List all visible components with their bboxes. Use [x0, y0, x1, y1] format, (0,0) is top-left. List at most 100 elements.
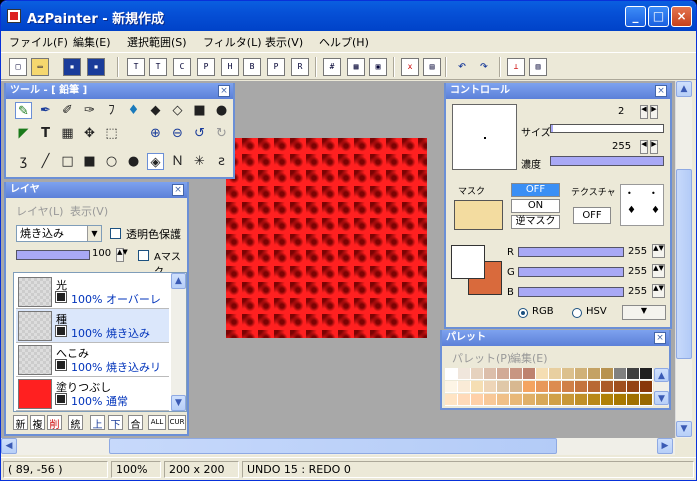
cancel-icon[interactable]: x — [401, 58, 419, 76]
select-tool-icon[interactable]: ⬚ — [103, 125, 120, 142]
maximize-button[interactable]: □ — [648, 6, 669, 27]
text-tool-icon[interactable]: T — [37, 125, 54, 142]
open-folder-icon[interactable]: ▭ — [31, 58, 49, 76]
layer-row[interactable]: 光 100% オーバーレイ — [16, 275, 169, 322]
layer-down-button[interactable]: 下 — [108, 415, 123, 431]
layer-row[interactable]: へこみ 100% 焼き込みリニア — [16, 343, 169, 390]
palette-swatch[interactable] — [614, 394, 627, 406]
palette-swatch[interactable] — [523, 394, 536, 406]
tool-icon-5[interactable]: H — [221, 58, 239, 76]
layer-visibility-icon[interactable] — [55, 359, 67, 371]
palette-swatch[interactable] — [445, 394, 458, 406]
grid-icon[interactable]: # — [323, 58, 341, 76]
control-panel-close-button[interactable]: × — [655, 85, 667, 97]
palette-swatch[interactable] — [549, 394, 562, 406]
palette-swatch[interactable] — [458, 368, 471, 380]
close-button[interactable]: × — [671, 6, 692, 27]
palette-swatch[interactable] — [471, 368, 484, 380]
palette-panel-close-button[interactable]: × — [654, 332, 666, 344]
mask-color-swatch[interactable] — [454, 200, 503, 230]
delete-layer-button[interactable]: 削 — [47, 415, 62, 431]
rgb-radio[interactable] — [518, 308, 528, 318]
preserve-transparency-checkbox[interactable] — [110, 228, 121, 239]
new-file-icon[interactable]: □ — [9, 58, 27, 76]
size-increase-button[interactable]: ▶ — [650, 105, 658, 119]
palette-swatch[interactable] — [445, 381, 458, 393]
brush-tool-icon[interactable]: ✐ — [59, 102, 76, 119]
menu-file[interactable]: ファイル(F) — [9, 34, 68, 50]
palette-swatch[interactable] — [575, 381, 588, 393]
scroll-down-arrow[interactable]: ▼ — [676, 421, 692, 437]
blend-mode-select[interactable]: 焼き込み ▼ — [16, 225, 102, 242]
palette-swatch[interactable] — [562, 394, 575, 406]
image-canvas[interactable] — [226, 138, 427, 338]
freehand-shape-icon[interactable]: ʒ — [15, 153, 32, 170]
palette-swatch[interactable] — [562, 381, 575, 393]
stamp-icon[interactable]: ⊥ — [507, 58, 525, 76]
menu-view[interactable]: 表示(V) — [265, 34, 303, 50]
layer-list[interactable]: 光 100% オーバーレイ 種 100% 焼き込み へこみ 100% 焼き込みリ… — [13, 272, 187, 412]
current-layer-button[interactable]: CUR — [168, 415, 186, 430]
airbrush-tool-icon[interactable]: ✑ — [81, 102, 98, 119]
mask-on-button[interactable]: ON — [511, 199, 560, 213]
menu-edit[interactable]: 編集(E) — [73, 34, 111, 50]
scroll-right-arrow[interactable]: ▶ — [657, 438, 673, 454]
palette-scroll-up-arrow[interactable]: ▲ — [654, 368, 669, 382]
palette-swatch[interactable] — [510, 381, 523, 393]
scroll-up-arrow[interactable]: ▲ — [676, 81, 692, 97]
spray-tool-icon[interactable]: ﾌ — [103, 102, 120, 119]
layer-row-selected[interactable]: 種 100% 焼き込み — [16, 309, 169, 343]
hsv-radio[interactable] — [572, 308, 582, 318]
layer-scroll-down-arrow[interactable]: ▼ — [171, 395, 186, 411]
spark-shape-icon[interactable]: ✳ — [191, 153, 208, 170]
eraser-tool-icon[interactable]: ◆ — [147, 102, 164, 119]
palette-swatch[interactable] — [458, 381, 471, 393]
line-shape-icon[interactable]: ╱ — [37, 153, 54, 170]
vertical-scrollbar[interactable]: ▲ ▼ — [675, 81, 692, 438]
palette-swatch[interactable] — [484, 381, 497, 393]
save-as-icon[interactable]: ▪ — [87, 58, 105, 76]
palette-swatch[interactable] — [497, 394, 510, 406]
palette-swatch[interactable] — [549, 381, 562, 393]
palette-scroll-down-arrow[interactable]: ▼ — [654, 391, 669, 405]
amask-checkbox[interactable] — [138, 250, 149, 261]
palette-swatch[interactable] — [575, 394, 588, 406]
blur-tool-icon[interactable]: ● — [213, 102, 230, 119]
layer-row[interactable]: 塗りつぶし 100% 通常 — [16, 377, 169, 411]
palette-swatch[interactable] — [536, 368, 549, 380]
grid2-icon[interactable]: ▦ — [347, 58, 365, 76]
palette-swatch[interactable] — [627, 394, 640, 406]
size-slider[interactable] — [550, 124, 664, 133]
palette-swatch[interactable] — [523, 368, 536, 380]
palette-swatch[interactable] — [536, 394, 549, 406]
dropper-tool-icon[interactable]: ♦ — [125, 102, 142, 119]
hscroll-thumb[interactable] — [109, 438, 557, 454]
copy-icon[interactable]: ▥ — [529, 58, 547, 76]
copy-layer-button[interactable]: 複 — [30, 415, 45, 431]
palette-swatch[interactable] — [627, 381, 640, 393]
mask-reverse-button[interactable]: 逆マスク — [511, 215, 560, 229]
palette-menu[interactable]: パレット(P) — [452, 350, 511, 366]
vscroll-thumb[interactable] — [676, 169, 692, 359]
stamp-tool-icon[interactable]: ■ — [191, 102, 208, 119]
menu-selection[interactable]: 選択範囲(S) — [127, 34, 187, 50]
eraser2-tool-icon[interactable]: ◇ — [169, 102, 186, 119]
palette-swatch[interactable] — [484, 394, 497, 406]
b-spin[interactable]: ▲▼ — [652, 284, 665, 298]
layer-scrollbar[interactable]: ▲ ▼ — [171, 273, 186, 411]
menu-filter[interactable]: フィルタ(L) — [203, 34, 262, 50]
layer-menu[interactable]: レイヤ(L) — [16, 203, 63, 219]
palette-swatch[interactable] — [523, 381, 536, 393]
r-spin[interactable]: ▲▼ — [652, 244, 665, 258]
fill-tool-icon[interactable]: ◤ — [15, 125, 32, 142]
fill-bucket-shape-icon[interactable]: ◈ — [147, 153, 164, 170]
size-decrease-button[interactable]: ◀ — [640, 105, 648, 119]
color-mode-dropdown[interactable]: ▼ — [622, 305, 666, 320]
merge-layer-button[interactable]: 合 — [128, 415, 143, 431]
tool-icon-2[interactable]: T — [149, 58, 167, 76]
filled-ellipse-shape-icon[interactable]: ● — [125, 153, 142, 170]
tool-icon-7[interactable]: P — [267, 58, 285, 76]
palette-swatch-grid[interactable] — [445, 368, 655, 406]
palette-swatch[interactable] — [562, 368, 575, 380]
palette-swatch[interactable] — [627, 368, 640, 380]
